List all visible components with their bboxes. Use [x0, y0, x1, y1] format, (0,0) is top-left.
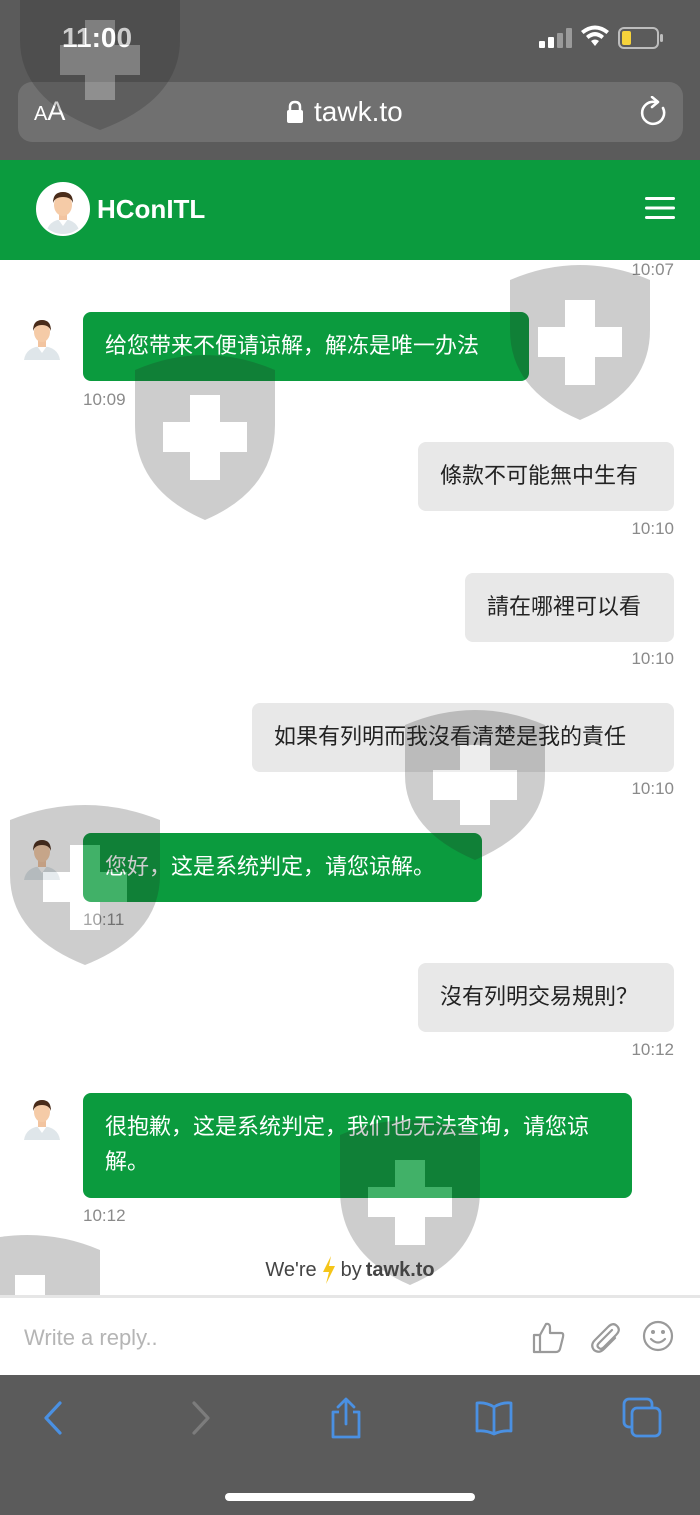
wifi-icon	[581, 25, 609, 46]
agent-message-bubble: 您好，这是系统判定，请您谅解。	[83, 833, 482, 902]
tabs-icon[interactable]	[622, 1397, 662, 1439]
agent-message-avatar	[24, 320, 60, 360]
brand-name: tawk.to	[365, 1258, 435, 1281]
message-time: 10:12	[83, 1206, 126, 1225]
share-icon[interactable]	[326, 1397, 366, 1439]
message-time: 10:12	[631, 1040, 674, 1059]
bookmarks-icon[interactable]	[474, 1397, 514, 1439]
agent-message-avatar	[24, 840, 60, 880]
lightning-bolt-icon	[322, 1256, 335, 1284]
agent-message-bubble: 给您带来不便请谅解，解冻是唯一办法	[83, 312, 529, 381]
message-time: 10:07	[631, 260, 674, 279]
url-display[interactable]: tawk.to	[286, 95, 403, 129]
message-time: 10:10	[631, 519, 674, 538]
message-time: 10:11	[83, 910, 125, 929]
back-icon[interactable]	[34, 1397, 74, 1439]
reply-area	[0, 1298, 700, 1375]
message-time: 10:10	[631, 649, 674, 668]
url-text: tawk.to	[314, 96, 403, 127]
cellular-signal-icon	[539, 28, 572, 48]
agent-message-bubble: 很抱歉，这是系统判定，我们也无法查询，请您谅解。	[83, 1093, 632, 1198]
agent-name: HConITL	[97, 194, 206, 224]
ios-status-area: 11:00 AA tawk.to	[0, 0, 700, 160]
chat-header: HConITL	[0, 160, 700, 260]
agent-message-avatar	[24, 1100, 60, 1140]
agent-avatar	[36, 182, 90, 236]
person-icon	[38, 184, 88, 234]
powered-by-branding[interactable]: We're by tawk.to	[0, 1255, 700, 1285]
safari-toolbar	[0, 1375, 700, 1515]
visitor-message-bubble: 請在哪裡可以看	[465, 573, 674, 642]
message-time: 10:09	[83, 390, 126, 409]
reply-input[interactable]	[24, 1320, 504, 1356]
reader-text-size-button[interactable]: AA	[34, 96, 65, 127]
reload-icon[interactable]	[639, 96, 669, 128]
visitor-message-bubble: 如果有列明而我沒看清楚是我的責任	[252, 703, 674, 772]
forward-icon[interactable]	[180, 1397, 220, 1439]
message-time: 10:10	[631, 779, 674, 798]
visitor-message-bubble: 條款不可能無中生有	[418, 442, 674, 511]
home-indicator	[225, 1493, 475, 1501]
visitor-message-bubble: 沒有列明交易規則？	[418, 963, 674, 1032]
message-list[interactable]: 10:07 给您带来不便请谅解，解冻是唯一办法 10:09 條款不可能無中生有 …	[0, 260, 700, 1295]
paperclip-icon[interactable]	[588, 1320, 622, 1354]
emoji-icon[interactable]	[642, 1320, 674, 1352]
thumbs-up-icon[interactable]	[532, 1320, 566, 1354]
status-time: 11:00	[62, 22, 133, 53]
menu-icon[interactable]	[645, 196, 675, 220]
address-bar[interactable]: AA tawk.to	[18, 82, 683, 142]
lock-icon	[287, 100, 303, 123]
battery-icon	[618, 27, 663, 49]
